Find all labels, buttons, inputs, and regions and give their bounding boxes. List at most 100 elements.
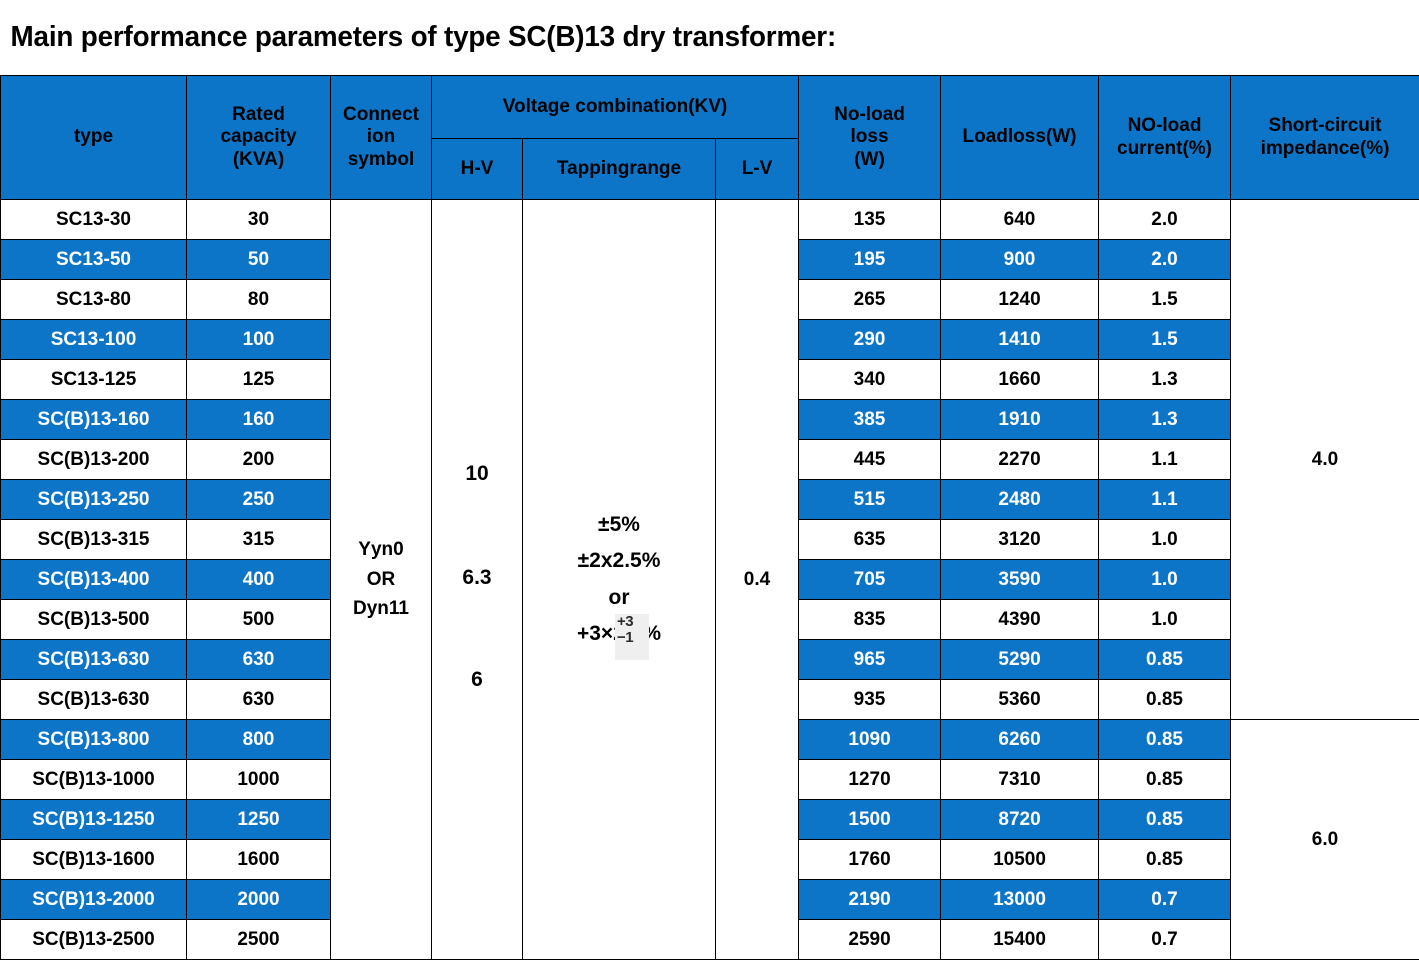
- cell-type: SC(B)13-160: [1, 400, 187, 440]
- header-no-load-current-line-1: NO-load: [1099, 115, 1230, 137]
- hv-value: 6: [432, 668, 522, 692]
- header-rated-capacity-line-1: Rated: [187, 104, 330, 126]
- connection-symbol-line: Dyn11: [331, 594, 431, 623]
- header-no-load-current-line-2: current(%): [1099, 138, 1230, 160]
- cell-no-load-loss: 935: [799, 680, 941, 720]
- cell-rated-capacity: 1600: [187, 840, 331, 880]
- header-no-load-loss: No-load loss (W): [799, 76, 941, 200]
- cell-type: SC13-30: [1, 200, 187, 240]
- cell-type: SC(B)13-630: [1, 640, 187, 680]
- cell-no-load-current: 0.85: [1099, 800, 1231, 840]
- cell-rated-capacity: 630: [187, 640, 331, 680]
- header-no-load-loss-line-2: loss: [799, 126, 940, 148]
- table-row: SC13-3030Yyn0ORDyn11106.36±5%±2x2.5%or+3…: [1, 200, 1419, 240]
- cell-rated-capacity: 30: [187, 200, 331, 240]
- cell-no-load-current: 0.85: [1099, 840, 1231, 880]
- cell-rated-capacity: 2500: [187, 920, 331, 960]
- header-hv: H-V: [432, 139, 523, 200]
- cell-load-loss: 7310: [941, 760, 1099, 800]
- cell-rated-capacity: 630: [187, 680, 331, 720]
- header-voltage-combination: Voltage combination(KV): [432, 76, 799, 139]
- cell-no-load-current: 1.3: [1099, 360, 1231, 400]
- cell-load-loss: 10500: [941, 840, 1099, 880]
- transformer-spec-page: Main performance parameters of type SC(B…: [0, 0, 1419, 959]
- cell-load-loss: 1240: [941, 280, 1099, 320]
- tapping-range-line: ±2x2.5%: [523, 543, 715, 579]
- cell-tapping-range: ±5%±2x2.5%or+3×2.5%+3−1: [523, 200, 716, 960]
- cell-load-loss: 13000: [941, 880, 1099, 920]
- cell-type: SC(B)13-200: [1, 440, 187, 480]
- cell-no-load-loss: 445: [799, 440, 941, 480]
- cell-load-loss: 8720: [941, 800, 1099, 840]
- cell-no-load-current: 1.0: [1099, 560, 1231, 600]
- cell-no-load-loss: 635: [799, 520, 941, 560]
- cell-no-load-current: 1.3: [1099, 400, 1231, 440]
- cell-no-load-current: 0.85: [1099, 680, 1231, 720]
- header-tapping-range: Tappingrange: [523, 139, 716, 200]
- cell-rated-capacity: 800: [187, 720, 331, 760]
- cell-type: SC(B)13-315: [1, 520, 187, 560]
- page-title: Main performance parameters of type SC(B…: [0, 21, 836, 54]
- cell-no-load-loss: 2590: [799, 920, 941, 960]
- cell-no-load-current: 1.5: [1099, 280, 1231, 320]
- cell-type: SC(B)13-1000: [1, 760, 187, 800]
- cell-no-load-current: 1.0: [1099, 600, 1231, 640]
- cell-type: SC(B)13-2500: [1, 920, 187, 960]
- cell-rated-capacity: 250: [187, 480, 331, 520]
- cell-load-loss: 5290: [941, 640, 1099, 680]
- cell-rated-capacity: 125: [187, 360, 331, 400]
- cell-load-loss: 3590: [941, 560, 1099, 600]
- hv-value-stack: 106.36: [432, 200, 522, 959]
- header-row-top: type Rated capacity (KVA) Connect ion sy…: [1, 76, 1419, 139]
- cell-no-load-current: 2.0: [1099, 200, 1231, 240]
- header-no-load-current: NO-load current(%): [1099, 76, 1231, 200]
- table-header: type Rated capacity (KVA) Connect ion sy…: [1, 76, 1419, 200]
- cell-load-loss: 1660: [941, 360, 1099, 400]
- cell-no-load-loss: 2190: [799, 880, 941, 920]
- cell-load-loss: 2480: [941, 480, 1099, 520]
- header-connection-symbol-line-2: ion: [331, 126, 431, 148]
- header-rated-capacity: Rated capacity (KVA): [187, 76, 331, 200]
- cell-rated-capacity: 50: [187, 240, 331, 280]
- cell-no-load-loss: 340: [799, 360, 941, 400]
- cell-no-load-current: 1.0: [1099, 520, 1231, 560]
- connection-symbol-line: OR: [331, 565, 431, 594]
- cell-type: SC(B)13-250: [1, 480, 187, 520]
- header-type: type: [1, 76, 187, 200]
- table-body: SC13-3030Yyn0ORDyn11106.36±5%±2x2.5%or+3…: [1, 200, 1419, 960]
- transformer-spec-table: type Rated capacity (KVA) Connect ion sy…: [0, 75, 1419, 960]
- connection-symbol-line: Yyn0: [331, 535, 431, 564]
- cell-load-loss: 15400: [941, 920, 1099, 960]
- cell-type: SC(B)13-1250: [1, 800, 187, 840]
- tapping-marker-upper: +3: [617, 614, 649, 630]
- cell-no-load-loss: 1090: [799, 720, 941, 760]
- header-lv: L-V: [716, 139, 799, 200]
- cell-load-loss: 1410: [941, 320, 1099, 360]
- cell-rated-capacity: 80: [187, 280, 331, 320]
- header-rated-capacity-line-2: capacity: [187, 126, 330, 148]
- cell-load-loss: 3120: [941, 520, 1099, 560]
- header-load-loss: Loadloss(W): [941, 76, 1099, 200]
- header-connection-symbol: Connect ion symbol: [331, 76, 432, 200]
- cell-load-loss: 900: [941, 240, 1099, 280]
- cell-no-load-current: 0.7: [1099, 920, 1231, 960]
- cell-type: SC(B)13-800: [1, 720, 187, 760]
- cell-no-load-loss: 1500: [799, 800, 941, 840]
- cell-load-loss: 1910: [941, 400, 1099, 440]
- cell-short-circuit-impedance: 6.0: [1231, 720, 1419, 960]
- cell-no-load-loss: 195: [799, 240, 941, 280]
- hv-value: 10: [432, 462, 522, 486]
- cell-rated-capacity: 1000: [187, 760, 331, 800]
- tapping-range-line: or: [523, 580, 715, 616]
- tapping-range-marker: +3−1: [615, 614, 649, 660]
- cell-rated-capacity: 100: [187, 320, 331, 360]
- cell-no-load-current: 1.1: [1099, 440, 1231, 480]
- cell-no-load-loss: 965: [799, 640, 941, 680]
- tapping-range-line: ±5%: [523, 507, 715, 543]
- cell-load-loss: 5360: [941, 680, 1099, 720]
- cell-no-load-loss: 835: [799, 600, 941, 640]
- cell-rated-capacity: 315: [187, 520, 331, 560]
- header-short-circuit-impedance-line-2: impedance(%): [1231, 138, 1419, 160]
- cell-connection-symbol: Yyn0ORDyn11: [331, 200, 432, 960]
- cell-no-load-current: 2.0: [1099, 240, 1231, 280]
